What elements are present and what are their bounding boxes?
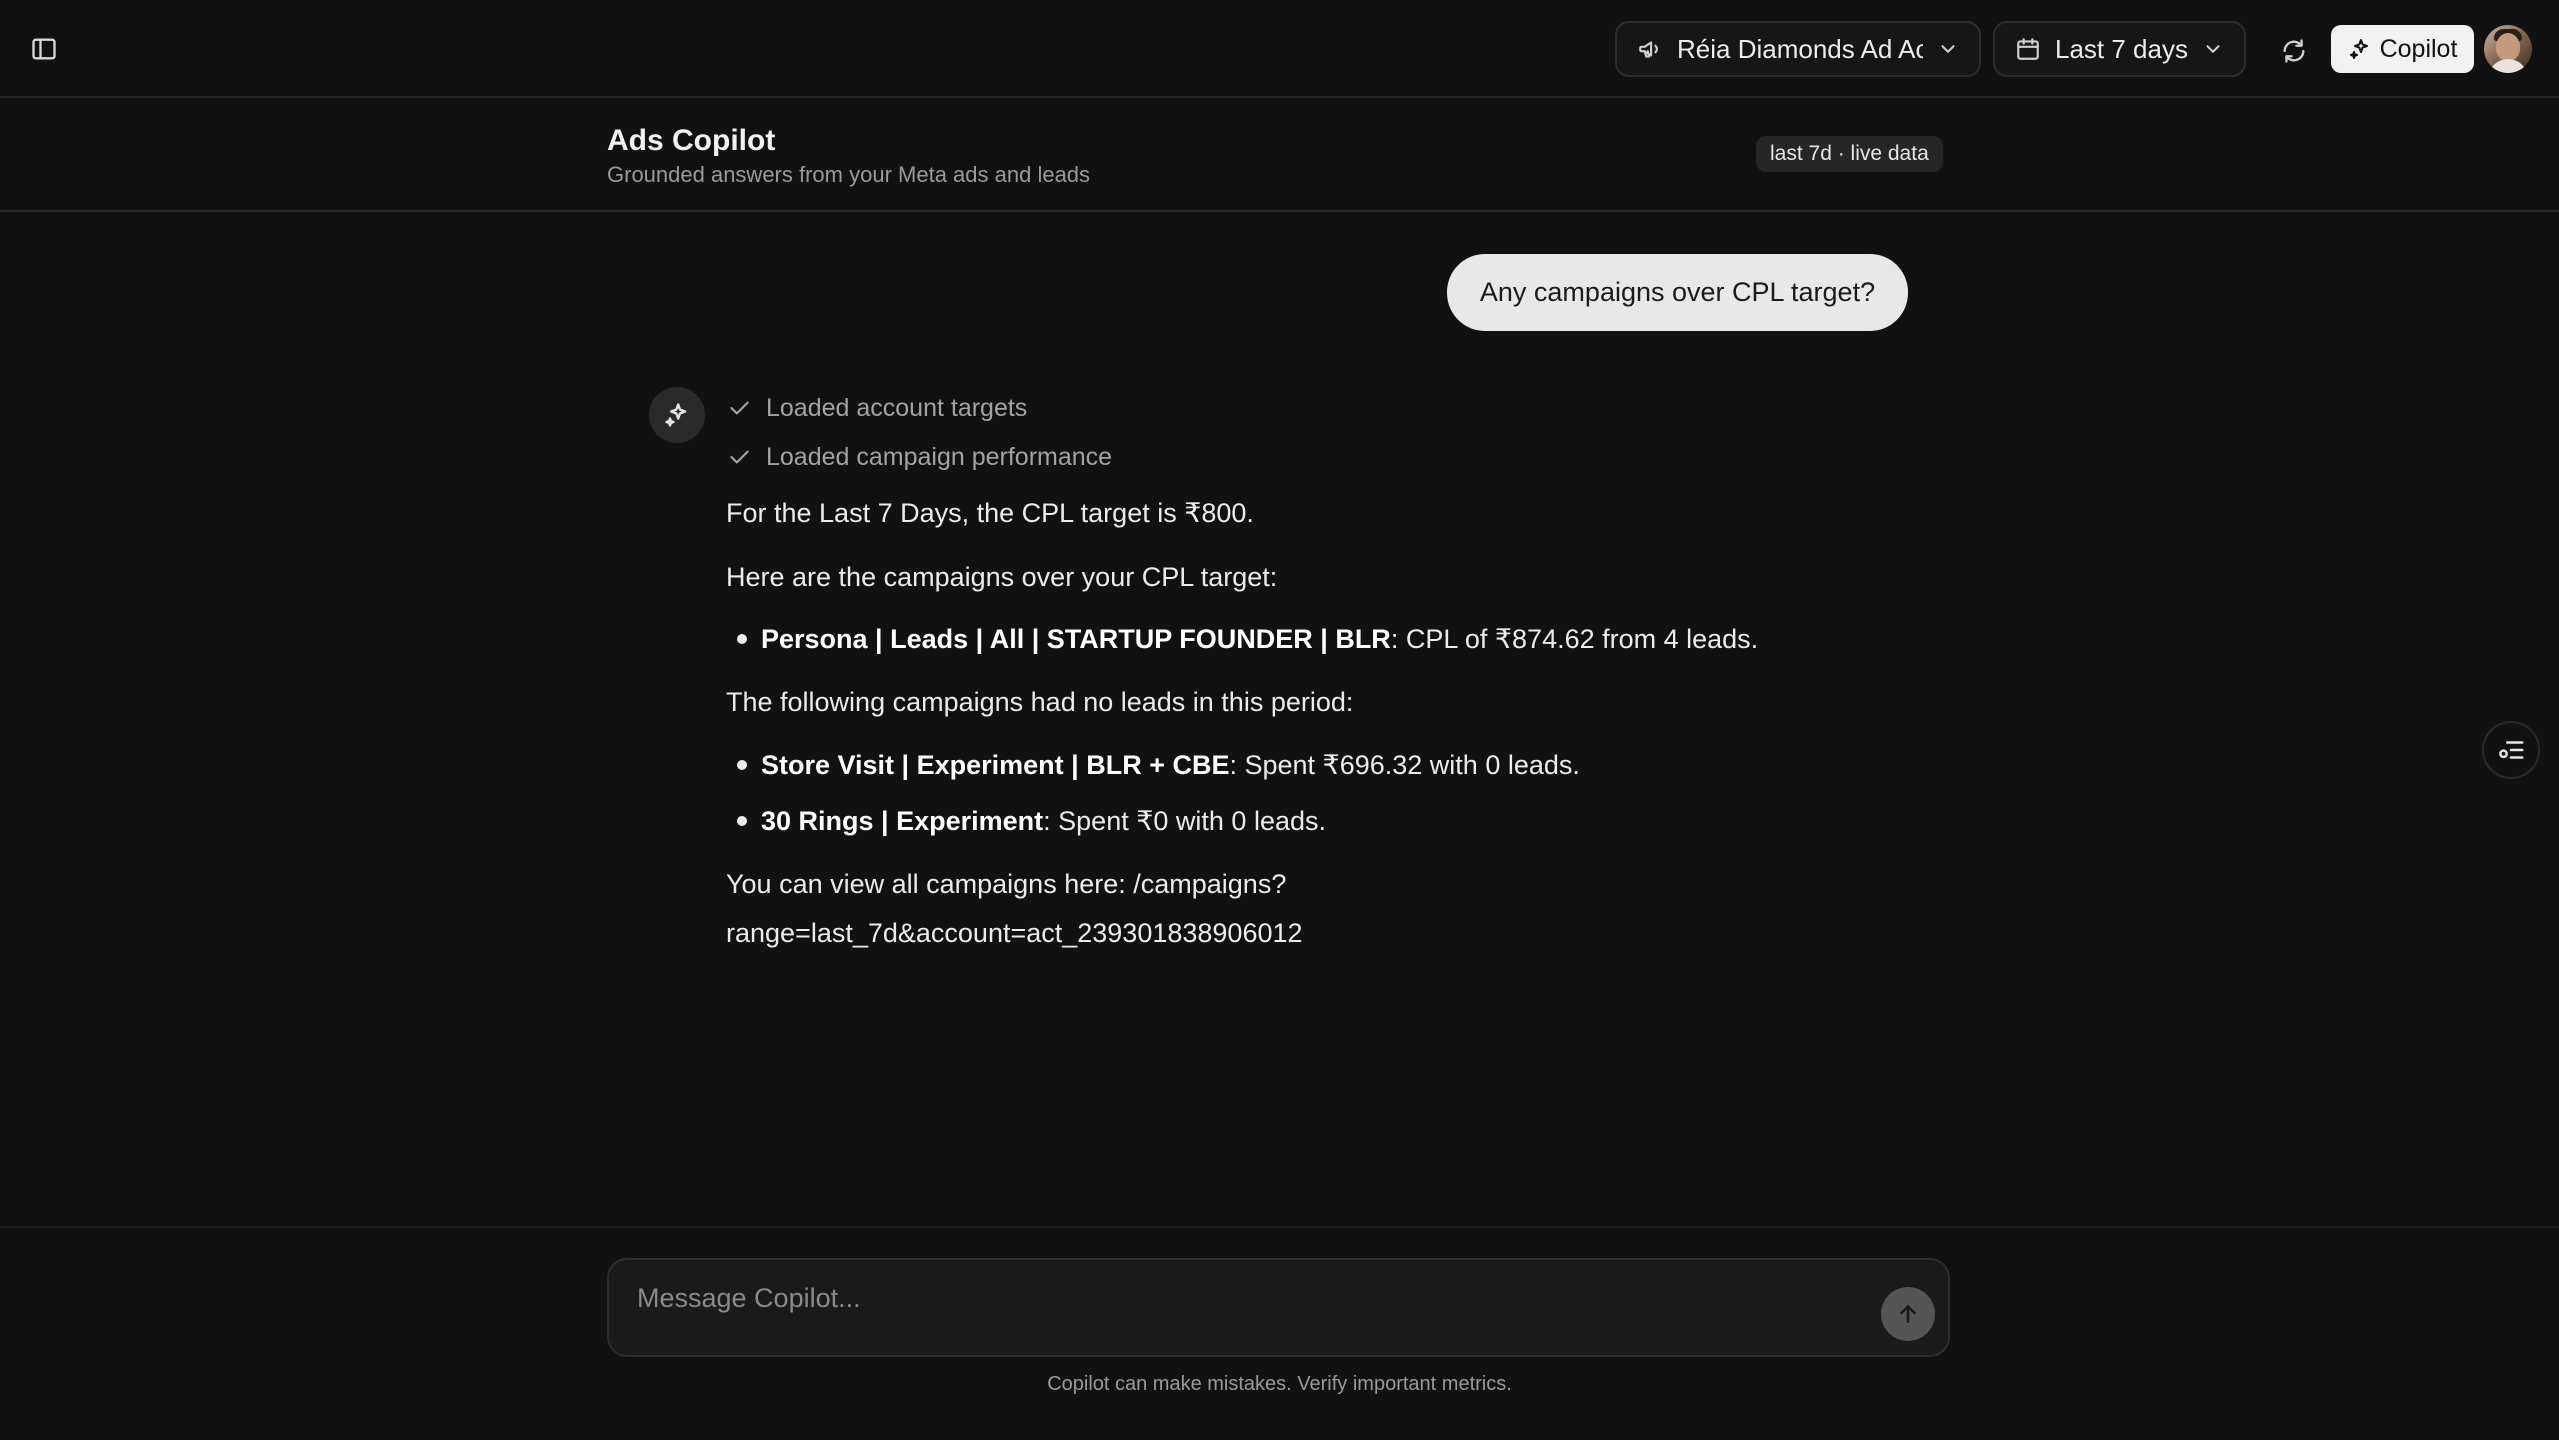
user-avatar[interactable]	[2484, 25, 2532, 73]
list-settings-button[interactable]	[2482, 721, 2540, 779]
page-header: Ads Copilot Grounded answers from your M…	[0, 98, 2559, 212]
message-composer	[607, 1258, 1950, 1357]
campaign-name: Persona | Leads | All | STARTUP FOUNDER …	[761, 624, 1391, 654]
refresh-icon	[2280, 37, 2308, 65]
list-settings-icon	[2496, 735, 2526, 765]
answer-paragraph: For the Last 7 Days, the CPL target is ₹…	[726, 498, 1254, 528]
list-bullet	[737, 760, 747, 770]
arrow-up-icon	[1895, 1301, 1921, 1327]
disclaimer-text: Copilot can make mistakes. Verify import…	[1047, 1373, 1512, 1395]
composer-area: Copilot can make mistakes. Verify import…	[0, 1226, 2559, 1440]
chevron-down-icon	[1937, 38, 1959, 60]
answer-paragraph: The following campaigns had no leads in …	[726, 687, 1354, 717]
page-subtitle: Grounded answers from your Meta ads and …	[607, 162, 1091, 187]
list-item: Store Visit | Experiment | BLR + CBE: Sp…	[761, 741, 1580, 789]
sparkle-icon	[2348, 37, 2372, 61]
answer-paragraph: You can view all campaigns here: /campai…	[726, 869, 1287, 899]
list-item: 30 Rings | Experiment: Spent ₹0 with 0 l…	[761, 797, 1326, 845]
tool-step-label: Loaded account targets	[766, 393, 1028, 422]
list-item: Persona | Leads | All | STARTUP FOUNDER …	[761, 615, 1758, 663]
tool-step-label: Loaded campaign performance	[766, 442, 1113, 471]
sparkle-icon	[663, 401, 691, 429]
calendar-icon	[2015, 36, 2041, 62]
campaigns-link[interactable]: range=last_7d&account=act_23930183890601…	[726, 909, 1926, 957]
chevron-down-icon	[2202, 38, 2224, 60]
list-bullet	[737, 816, 747, 826]
send-button[interactable]	[1881, 1287, 1935, 1341]
sidebar-toggle-icon	[30, 35, 58, 63]
list-bullet	[737, 634, 747, 644]
copilot-button[interactable]: Copilot	[2331, 25, 2474, 73]
page-title: Ads Copilot	[607, 124, 776, 157]
check-icon	[726, 395, 752, 421]
sidebar-toggle-button[interactable]	[26, 31, 62, 67]
tool-step: Loaded campaign performance	[726, 439, 1112, 475]
check-icon	[726, 444, 752, 470]
date-range-label: Last 7 days	[2055, 33, 2188, 64]
account-select[interactable]: Réia Diamonds Ad Ac	[1615, 21, 1981, 77]
user-message-bubble: Any campaigns over CPL target?	[1447, 254, 1908, 331]
answer-paragraph: Here are the campaigns over your CPL tar…	[726, 562, 1278, 592]
account-select-label: Réia Diamonds Ad Ac	[1677, 33, 1923, 64]
copilot-button-label: Copilot	[2379, 34, 2458, 63]
campaign-name: 30 Rings | Experiment	[761, 806, 1044, 836]
campaign-name: Store Visit | Experiment | BLR + CBE	[761, 750, 1230, 780]
campaign-detail: : Spent ₹0 with 0 leads.	[1043, 806, 1326, 836]
refresh-button[interactable]	[2272, 29, 2316, 73]
megaphone-icon	[1637, 36, 1663, 62]
tool-step: Loaded account targets	[726, 390, 1027, 426]
assistant-avatar	[649, 387, 705, 443]
message-input[interactable]	[635, 1278, 1815, 1318]
status-badge: last 7d · live data	[1756, 136, 1943, 172]
top-bar: Réia Diamonds Ad Ac Last 7 days Copilot	[0, 0, 2559, 98]
date-range-select[interactable]: Last 7 days	[1993, 21, 2246, 77]
campaign-detail: : CPL of ₹874.62 from 4 leads.	[1390, 624, 1759, 654]
app-root: Réia Diamonds Ad Ac Last 7 days Copilot …	[0, 0, 2559, 1440]
campaign-detail: : Spent ₹696.32 with 0 leads.	[1229, 750, 1580, 780]
